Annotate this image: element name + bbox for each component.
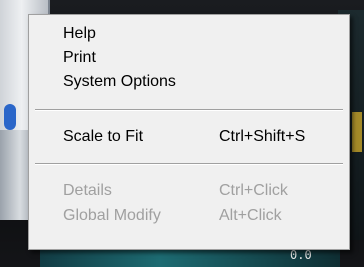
menu-item-label: Scale to Fit [63,128,144,145]
background-highlight [352,112,362,152]
background-readout: 0.0 [290,248,312,262]
menu-item-label: System Options [63,73,176,90]
menu-item-shortcut: Ctrl+Shift+S [219,128,306,145]
menu-item-global-modify: Global Modify Alt+Click [29,205,349,227]
menu-item-label: Global Modify [63,207,161,224]
menu-item-label: Details [63,182,112,199]
menu-item-scale-to-fit[interactable]: Scale to Fit Ctrl+Shift+S [29,126,349,148]
app-background: 0.0 Help Print System Options Scale to F… [0,0,364,267]
menu-item-help[interactable]: Help [29,23,349,45]
menu-item-shortcut: Alt+Click [219,207,282,224]
menu-item-details: Details Ctrl+Click [29,180,349,202]
context-menu: Help Print System Options Scale to Fit C… [28,14,350,250]
background-indicator [4,104,16,130]
menu-item-print[interactable]: Print [29,47,349,69]
menu-separator [35,163,343,165]
menu-item-label: Help [63,25,96,42]
menu-separator [35,109,343,111]
menu-item-system-options[interactable]: System Options [29,71,349,93]
menu-item-shortcut: Ctrl+Click [219,182,288,199]
menu-item-label: Print [63,49,96,66]
